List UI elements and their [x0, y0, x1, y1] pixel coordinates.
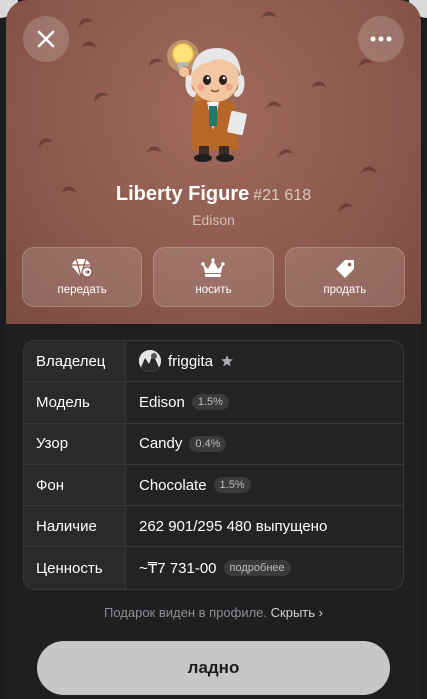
visibility-note: Подарок виден в профиле. Скрыть › [6, 605, 421, 620]
value-key: Ценность [24, 547, 126, 589]
close-button[interactable] [23, 16, 69, 62]
pattern-value-cell: Candy 0.4% [126, 435, 403, 452]
backdrop-rarity-badge: 1.5% [213, 477, 251, 494]
sell-button[interactable]: продать [284, 247, 405, 307]
diamond-send-icon [71, 258, 93, 278]
gift-hero: Liberty Figure #21 618 Edison передать н… [6, 0, 421, 324]
backdrop-value: Chocolate [139, 476, 207, 494]
detail-row-model: Модель Edison 1.5% [24, 382, 403, 424]
model-rarity-badge: 1.5% [191, 394, 229, 411]
wear-button[interactable]: носить [153, 247, 274, 307]
value-amount: ~₸7 731-00 [139, 560, 217, 578]
backdrop-key: Фон [24, 464, 126, 506]
detail-row-pattern: Узор Candy 0.4% [24, 423, 403, 465]
crown-icon [201, 258, 226, 277]
ok-button[interactable]: ладно [37, 641, 390, 695]
hide-link-label: Скрыть [270, 605, 316, 620]
price-tag-icon [335, 260, 354, 278]
gift-details-table: Владелец friggita Модель Edison 1.5% Узо… [23, 340, 404, 590]
gift-title: Liberty Figure [115, 183, 250, 205]
gift-subtitle: Edison [192, 212, 235, 228]
model-value-cell: Edison 1.5% [126, 394, 403, 411]
gift-actions: передать носить продать [22, 247, 405, 307]
sell-label: продать [323, 284, 367, 296]
availability-key: Наличие [24, 506, 126, 547]
owner-value[interactable]: friggita [126, 350, 403, 373]
pattern-key: Узор [24, 423, 126, 464]
gift-title-row: Liberty Figure #21 618 [6, 183, 421, 206]
wear-label: носить [195, 284, 232, 296]
transfer-button[interactable]: передать [22, 247, 143, 307]
detail-row-availability: Наличие 262 901/295 480 выпущено [24, 506, 403, 548]
gift-number: #21 618 [253, 187, 312, 204]
detail-row-value: Ценность ~₸7 731-00 подробнее [24, 547, 403, 589]
close-icon [37, 30, 55, 48]
hide-link[interactable]: Скрыть › [271, 605, 323, 620]
value-value-cell: ~₸7 731-00 подробнее [126, 559, 403, 577]
backdrop-value-cell: Chocolate 1.5% [126, 477, 403, 494]
pattern-rarity-badge: 0.4% [189, 435, 227, 452]
gift-sheet: Liberty Figure #21 618 Edison передать н… [6, 0, 421, 699]
gift-figure-edison [149, 34, 279, 164]
more-button[interactable] [358, 16, 404, 62]
detail-row-owner: Владелец friggita [24, 341, 403, 383]
availability-value: 262 901/295 480 выпущено [139, 517, 328, 535]
value-details-button[interactable]: подробнее [223, 560, 291, 577]
transfer-label: передать [57, 284, 107, 296]
owner-name: friggita [168, 352, 214, 370]
model-key: Модель [24, 382, 126, 423]
more-horizontal-icon [370, 36, 392, 42]
chevron-right-icon: › [318, 605, 324, 620]
detail-row-backdrop: Фон Chocolate 1.5% [24, 464, 403, 507]
owner-key: Владелец [24, 341, 126, 382]
visibility-note-text: Подарок виден в профиле. [103, 605, 268, 620]
pattern-value: Candy [139, 435, 183, 453]
model-value: Edison [139, 393, 185, 411]
availability-value-cell: 262 901/295 480 выпущено [126, 518, 403, 535]
avatar [139, 350, 161, 373]
star-icon [221, 355, 233, 367]
